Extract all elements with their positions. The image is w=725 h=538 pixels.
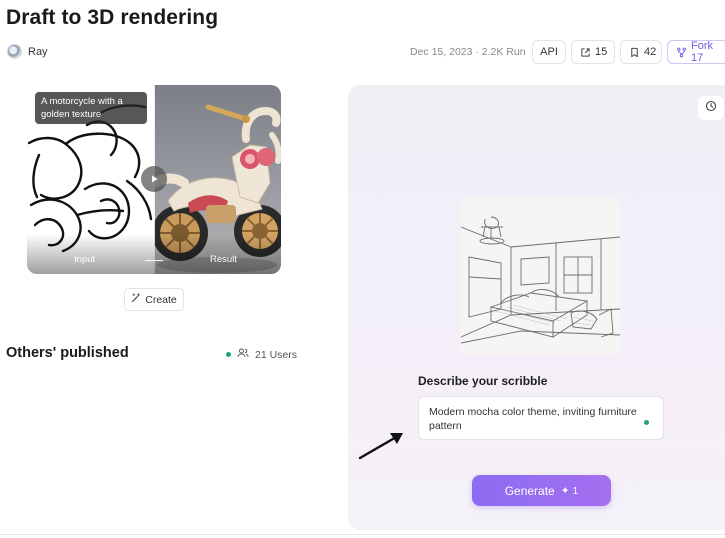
- bookmark-icon: [629, 47, 640, 58]
- author-name[interactable]: Ray: [28, 46, 48, 58]
- demo-comparison[interactable]: A motorcycle with a golden texture Input…: [27, 85, 281, 274]
- spark-icon: ✦: [560, 484, 570, 497]
- fork-icon: [676, 47, 687, 58]
- demo-caption: A motorcycle with a golden texture: [35, 92, 147, 124]
- share-icon: [580, 47, 591, 58]
- share-count: 15: [595, 46, 608, 58]
- users-count: 21 Users: [226, 348, 297, 361]
- history-button[interactable]: [698, 96, 724, 120]
- play-icon[interactable]: [141, 166, 167, 192]
- uploaded-sketch-image[interactable]: [461, 197, 620, 354]
- fork-label: Fork 17: [691, 40, 713, 64]
- bottom-gradient: [27, 234, 281, 274]
- share-button[interactable]: 15: [571, 40, 615, 64]
- input-label: Input: [74, 254, 96, 265]
- prompt-textarea[interactable]: Modern mocha color theme, inviting furni…: [418, 396, 664, 440]
- others-published-title: Others' published: [6, 345, 129, 361]
- page-title: Draft to 3D rendering: [6, 6, 219, 29]
- arrow-pointer-icon: [356, 428, 408, 467]
- users-count-label: 21 Users: [255, 348, 298, 361]
- api-button[interactable]: API: [532, 40, 566, 64]
- result-label: Result: [210, 254, 237, 265]
- generate-cost-value: 1: [572, 484, 579, 497]
- bookmark-button[interactable]: 42: [620, 40, 662, 64]
- bookmark-count: 42: [644, 46, 657, 58]
- create-button-label: Create: [145, 293, 177, 306]
- date-and-runs: Dec 15, 2023 · 2.2K Run: [410, 46, 526, 58]
- describe-scribble-label: Describe your scribble: [418, 374, 548, 388]
- generate-cost: ✦ 1: [561, 485, 579, 497]
- fork-button[interactable]: Fork 17: [667, 40, 725, 64]
- create-button[interactable]: Create: [124, 288, 184, 311]
- online-dot: [226, 352, 231, 357]
- arrow-right-icon: [145, 260, 163, 261]
- users-icon: [237, 348, 249, 361]
- generate-label: Generate: [504, 483, 555, 498]
- bottom-divider: [0, 534, 725, 535]
- avatar: [7, 44, 22, 59]
- author[interactable]: Ray: [7, 44, 48, 59]
- prompt-text: Modern mocha color theme, inviting furni…: [429, 406, 637, 432]
- status-dot: [644, 420, 649, 425]
- magic-wand-icon: [131, 293, 141, 306]
- history-icon: [705, 99, 717, 117]
- api-button-label: API: [540, 46, 558, 58]
- generate-button[interactable]: Generate ✦ 1: [472, 475, 611, 506]
